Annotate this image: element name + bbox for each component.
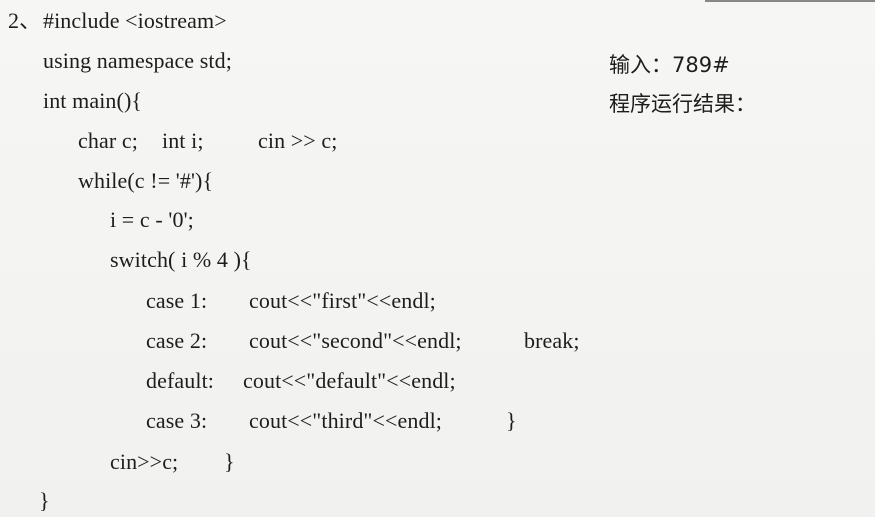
code-default-stmt: cout<<"default"<<endl; [243,368,456,393]
code-namespace: using namespace std; [43,48,232,73]
code-cin-first: cin >> c; [258,128,338,153]
code-case3-stmt: cout<<"third"<<endl; [249,408,443,433]
code-switch-close: } [506,408,517,433]
code-while: while(c != '#'){ [78,168,214,193]
code-decl-char: char c; [78,128,138,153]
code-case2-break: break; [524,328,580,353]
code-include: #include <iostream> [43,8,227,33]
code-switch: switch( i % 4 ){ [110,247,252,272]
output-label: 程序运行结果： [609,92,756,116]
code-cin-loop: cin>>c; [110,449,179,474]
code-case1-stmt: cout<<"first"<<endl; [249,288,436,313]
code-case2-label: case 2: [146,328,208,353]
code-decl-int: int i; [162,128,204,153]
code-case1-label: case 1: [146,288,208,313]
input-label: 输入：789# [609,53,730,77]
code-case3-label: case 3: [146,408,208,433]
code-main: int main(){ [43,88,143,113]
exam-page: 2、 #include <iostream> using namespace s… [0,0,875,517]
code-while-close: } [224,449,235,474]
code-main-close: } [39,488,50,513]
code-default-label: default: [146,368,214,393]
code-assign: i = c - '0'; [110,207,194,232]
top-rule-line [705,0,875,2]
problem-number: 2、 [8,8,42,33]
code-case2-stmt: cout<<"second"<<endl; [249,328,462,353]
